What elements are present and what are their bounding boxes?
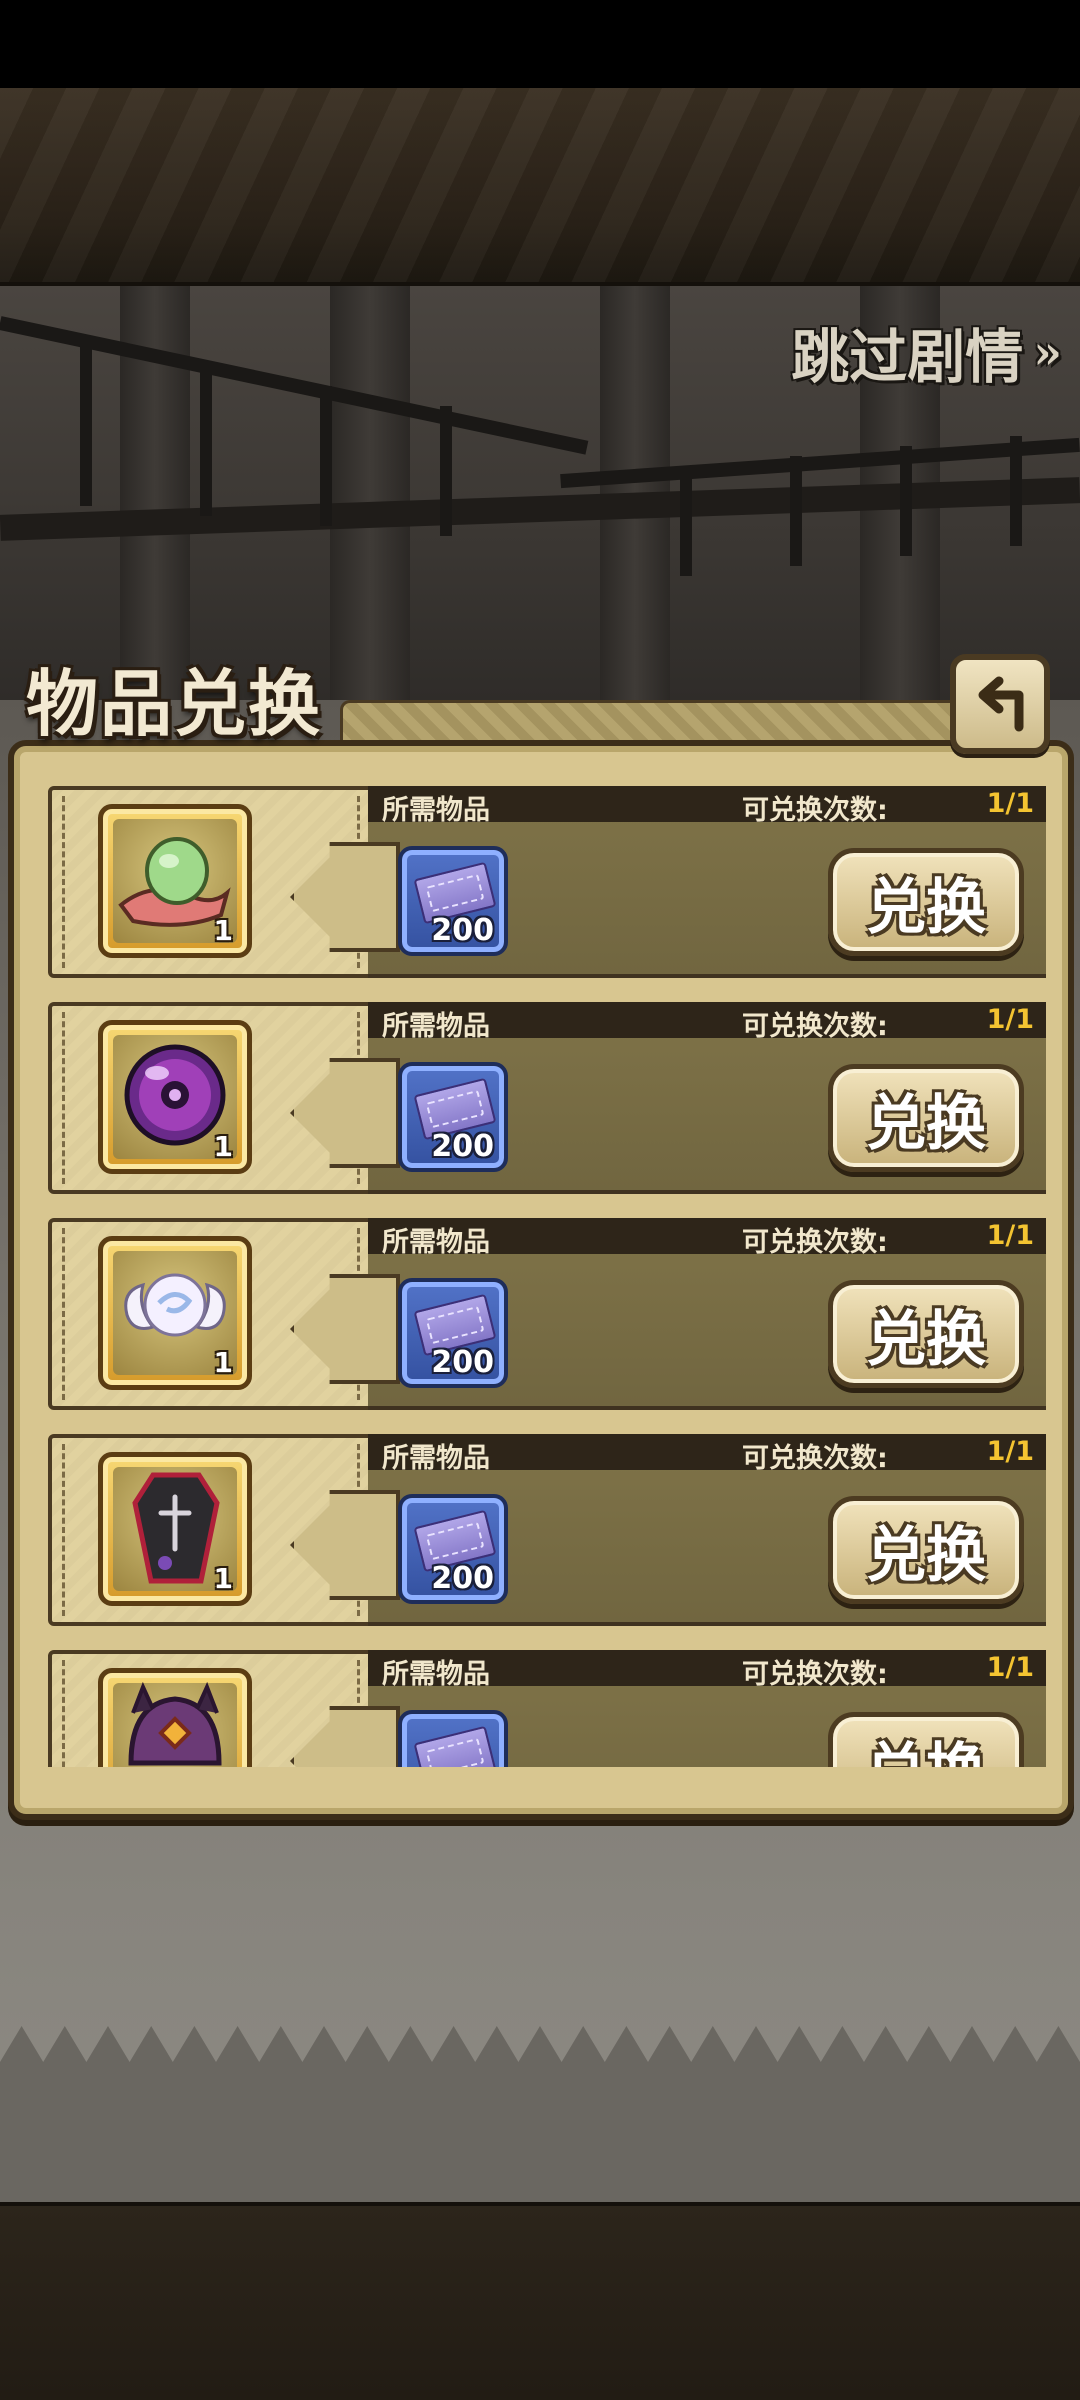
required-items-label: 所需物品 xyxy=(382,1227,490,1258)
bottom-decor-band xyxy=(0,2202,1080,2400)
cost-quantity: 200 xyxy=(431,1561,494,1596)
cost-item[interactable] xyxy=(398,1710,508,1767)
double-chevron-right-icon: » xyxy=(1033,325,1062,379)
exchange-row: 所需物品 可兑换次数: 1/1 1 200 兑换 xyxy=(36,782,1046,982)
exchange-button[interactable]: 兑换 xyxy=(828,1064,1024,1172)
skip-story-button[interactable]: 跳过剧情 » xyxy=(791,316,1062,391)
required-items-label: 所需物品 xyxy=(382,1011,490,1042)
top-decor-band xyxy=(0,88,1080,286)
cost-item[interactable]: 200 xyxy=(398,1278,508,1388)
reward-item[interactable]: 1 xyxy=(98,804,252,958)
return-arrow-icon xyxy=(978,676,1024,732)
exchange-row: 所需物品 可兑换次数: 1/1 兑换 xyxy=(36,1646,1046,1767)
reward-item[interactable]: 1 xyxy=(98,1020,252,1174)
exchange-count-label: 可兑换次数: xyxy=(742,1011,888,1042)
exchange-button-label: 兑换 xyxy=(866,872,986,943)
cost-quantity: 200 xyxy=(431,1345,494,1380)
exchange-button-label: 兑换 xyxy=(866,1088,986,1159)
cost-quantity: 200 xyxy=(431,913,494,948)
reward-quantity: 1 xyxy=(213,914,233,947)
reward-item[interactable]: 1 xyxy=(98,1452,252,1606)
cost-quantity: 200 xyxy=(431,1129,494,1164)
exchange-count-label: 可兑换次数: xyxy=(742,1227,888,1258)
panel-title: 物品兑换 xyxy=(26,661,323,746)
purple-ticket-icon xyxy=(413,1725,497,1767)
reward-item[interactable]: 1 xyxy=(98,1236,252,1390)
exchange-count-label: 可兑换次数: xyxy=(742,1443,888,1474)
required-items-label: 所需物品 xyxy=(382,1443,490,1474)
cost-item[interactable]: 200 xyxy=(398,1494,508,1604)
exchange-count-value: 1/1 xyxy=(986,1220,1034,1251)
exchange-button-label: 兑换 xyxy=(866,1723,986,1768)
required-items-label: 所需物品 xyxy=(382,1659,490,1690)
exchange-count-label: 可兑换次数: xyxy=(742,1659,888,1690)
cost-item[interactable]: 200 xyxy=(398,1062,508,1172)
exchange-count-value: 1/1 xyxy=(986,1652,1034,1683)
back-button[interactable] xyxy=(950,654,1050,754)
exchange-button[interactable]: 兑换 xyxy=(828,1496,1024,1604)
skip-story-label: 跳过剧情 xyxy=(791,323,1024,391)
reward-quantity: 1 xyxy=(213,1130,233,1163)
exchange-button-label: 兑换 xyxy=(866,1304,986,1375)
cost-item[interactable]: 200 xyxy=(398,846,508,956)
exchange-count-value: 1/1 xyxy=(986,1004,1034,1035)
exchange-row: 所需物品 可兑换次数: 1/1 1 200 兑换 xyxy=(36,1214,1046,1414)
exchange-button-label: 兑换 xyxy=(866,1520,986,1591)
exchange-list[interactable]: 所需物品 可兑换次数: 1/1 1 200 兑换 所需物品 可兑换次数: 1/1 xyxy=(36,782,1046,1767)
exchange-count-value: 1/1 xyxy=(986,1436,1034,1467)
reward-quantity: 1 xyxy=(213,1346,233,1379)
exchange-button[interactable]: 兑换 xyxy=(828,1280,1024,1388)
demon-helmet-icon xyxy=(128,1681,222,1766)
exchange-count-value: 1/1 xyxy=(986,788,1034,819)
exchange-button[interactable]: 兑换 xyxy=(828,848,1024,956)
exchange-row: 所需物品 可兑换次数: 1/1 1 200 兑换 xyxy=(36,998,1046,1198)
exchange-button[interactable]: 兑换 xyxy=(828,1712,1024,1767)
status-bar xyxy=(0,0,1080,88)
exchange-count-label: 可兑换次数: xyxy=(742,795,888,826)
exchange-row: 所需物品 可兑换次数: 1/1 1 200 兑换 xyxy=(36,1430,1046,1630)
reward-item[interactable] xyxy=(98,1668,252,1767)
zigzag-decor xyxy=(0,2026,1080,2226)
required-items-label: 所需物品 xyxy=(382,795,490,826)
reward-quantity: 1 xyxy=(213,1562,233,1595)
